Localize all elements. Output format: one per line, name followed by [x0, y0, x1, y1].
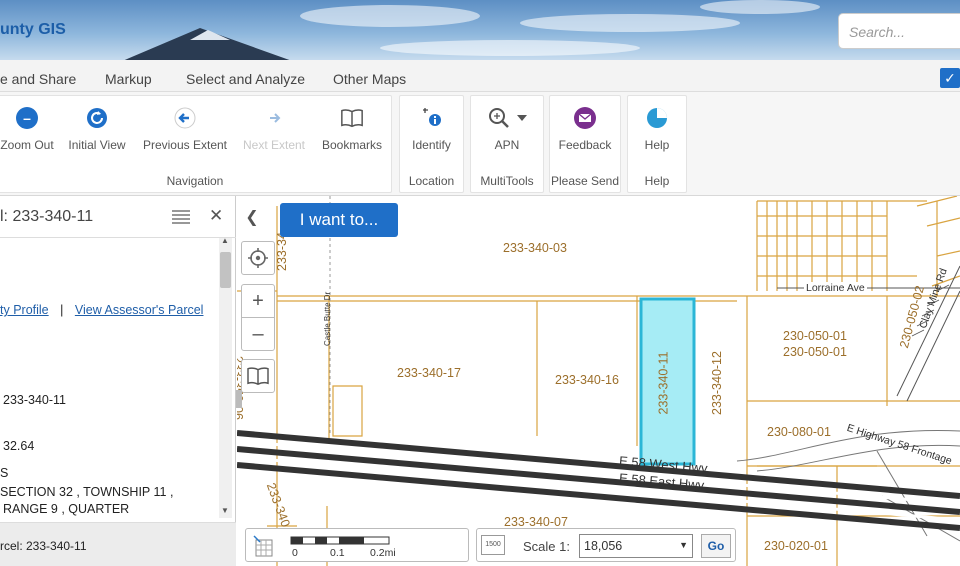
previous-extent-button[interactable]: Previous Extent — [141, 106, 229, 152]
list-menu-icon[interactable] — [172, 210, 190, 229]
scale-bar-graphic — [290, 536, 390, 545]
parcel-label: 230-050-01 — [783, 329, 847, 343]
scale-tick-2: 0.2mi — [370, 547, 396, 559]
scale-tick-1: 0.1 — [330, 547, 345, 559]
checkbox-toggle[interactable]: ✓ — [940, 68, 960, 88]
menu-markup[interactable]: Markup — [105, 71, 152, 87]
locate-button[interactable] — [241, 241, 275, 275]
menu-other-maps[interactable]: Other Maps — [333, 71, 406, 87]
scale-tick-0: 0 — [292, 547, 298, 559]
scale-select[interactable]: 18,056 ▼ — [579, 534, 693, 558]
minus-icon: – — [252, 322, 264, 345]
zoom-out-map-button[interactable]: – — [241, 317, 275, 351]
search-input[interactable]: Search... — [838, 13, 960, 49]
parcel-label: 230-020-01 — [764, 539, 828, 553]
feedback-button[interactable]: Feedback — [550, 106, 620, 152]
navigation-group: – Zoom Out Initial View Previous Extent … — [0, 95, 392, 193]
please-send-label: Please Send — [550, 174, 620, 188]
crosshair-icon — [248, 248, 268, 268]
location-group: Identify Location — [399, 95, 464, 193]
search-dropdown-icon — [477, 106, 537, 130]
location-label: Location — [408, 174, 455, 188]
collapse-panel-button[interactable]: ❮ — [237, 203, 267, 233]
chevron-down-icon: ▼ — [679, 540, 688, 550]
panel-title: l: 233-340-11 — [0, 208, 94, 225]
feedback-group: Feedback Please Send — [549, 95, 621, 193]
arrow-left-icon — [173, 106, 197, 130]
parcel-label: 233-340-16 — [555, 373, 619, 387]
menu-select-analyze[interactable]: Select and Analyze — [186, 71, 305, 87]
basemap-button[interactable] — [241, 359, 275, 393]
multitools-group: APN MultiTools — [470, 95, 544, 193]
go-button[interactable]: Go — [701, 534, 731, 558]
scroll-down-icon[interactable]: ▼ — [221, 506, 229, 515]
parcel-details-panel: l: 233-340-11 ✕ ▼ ▲ ty Profile | View As… — [0, 196, 236, 566]
scale-label: Scale 1: — [523, 539, 570, 554]
legal-s: S — [0, 466, 9, 480]
zoom-in-button[interactable]: + — [241, 284, 275, 318]
parcel-label: 233-340-12 — [709, 351, 724, 415]
property-profile-link[interactable]: ty Profile — [0, 303, 49, 317]
road-label: Lorraine Ave — [804, 282, 867, 294]
panel-footer: rcel: 233-340-11 — [0, 522, 236, 566]
refresh-icon — [85, 106, 109, 130]
scale-control: 1500 Scale 1: 18,056 ▼ Go — [476, 528, 736, 562]
initial-view-button[interactable]: Initial View — [65, 106, 129, 152]
close-icon[interactable]: ✕ — [209, 206, 223, 226]
road-label: Castle Butte Dr — [323, 291, 332, 346]
parcel-label: 233-34 — [275, 232, 289, 271]
zoom-out-icon: – — [16, 107, 38, 129]
navigation-label: Navigation — [166, 174, 224, 188]
parcel-label: 233-340-07 — [504, 515, 568, 529]
scale-icon: 1500 — [481, 535, 505, 555]
legal-line-2: RANGE 9 , QUARTER — [3, 502, 130, 516]
footer-parcel-label: rcel: 233-340-11 — [0, 539, 87, 553]
apn-button[interactable]: APN — [471, 106, 543, 152]
bookmarks-button[interactable]: Bookmarks — [319, 106, 385, 152]
app-title: unty GIS — [0, 21, 66, 38]
zoom-out-button[interactable]: – Zoom Out — [0, 106, 55, 152]
book-icon — [340, 106, 364, 130]
acres-value: 32.64 — [3, 439, 35, 453]
panel-header: l: 233-340-11 ✕ — [0, 196, 236, 238]
identify-button[interactable]: Identify — [400, 106, 463, 152]
book-icon — [247, 367, 269, 385]
parcel-label: 230-080-01 — [767, 425, 831, 439]
help-label: Help — [644, 174, 670, 188]
help-group: Help Help — [627, 95, 687, 193]
assessor-parcel-link[interactable]: View Assessor's Parcel — [75, 303, 204, 317]
parcel-label: 233-340-11 — [656, 351, 671, 415]
menu-bar: e and Share Markup Select and Analyze Ot… — [0, 60, 960, 92]
next-extent-button[interactable]: Next Extent — [239, 106, 309, 152]
parcel-label: 233-340-17 — [397, 366, 461, 380]
map-view[interactable]: 233-340-03 233-340-17 233-340-16 233-340… — [237, 196, 960, 566]
multitools-label: MultiTools — [480, 174, 534, 188]
panel-scrollbar[interactable]: ▼ ▲ — [219, 236, 232, 518]
scale-grid-icon[interactable] — [252, 534, 276, 558]
parcel-label: 230-050-01 — [783, 345, 847, 359]
toolbar: – Zoom Out Initial View Previous Extent … — [0, 92, 960, 196]
menu-share[interactable]: e and Share — [0, 71, 76, 87]
scale-bar: 0 0.1 0.2mi — [245, 528, 469, 562]
plus-icon: + — [252, 289, 264, 312]
info-icon — [420, 106, 444, 130]
legal-line-1: SECTION 32 , TOWNSHIP 11 , — [0, 485, 174, 499]
envelope-icon — [573, 106, 597, 130]
panel-resize-handle[interactable] — [236, 390, 242, 408]
parcel-label: 233-340-03 — [503, 241, 567, 255]
apn-value: 233-340-11 — [3, 393, 67, 407]
header-banner: unty GIS Search... — [0, 0, 960, 60]
help-button[interactable]: Help — [628, 106, 686, 152]
scroll-up-icon[interactable]: ▲ — [221, 236, 229, 245]
arrow-right-icon — [262, 106, 286, 130]
i-want-to-button[interactable]: I want to... — [280, 203, 398, 237]
help-icon — [645, 106, 669, 130]
